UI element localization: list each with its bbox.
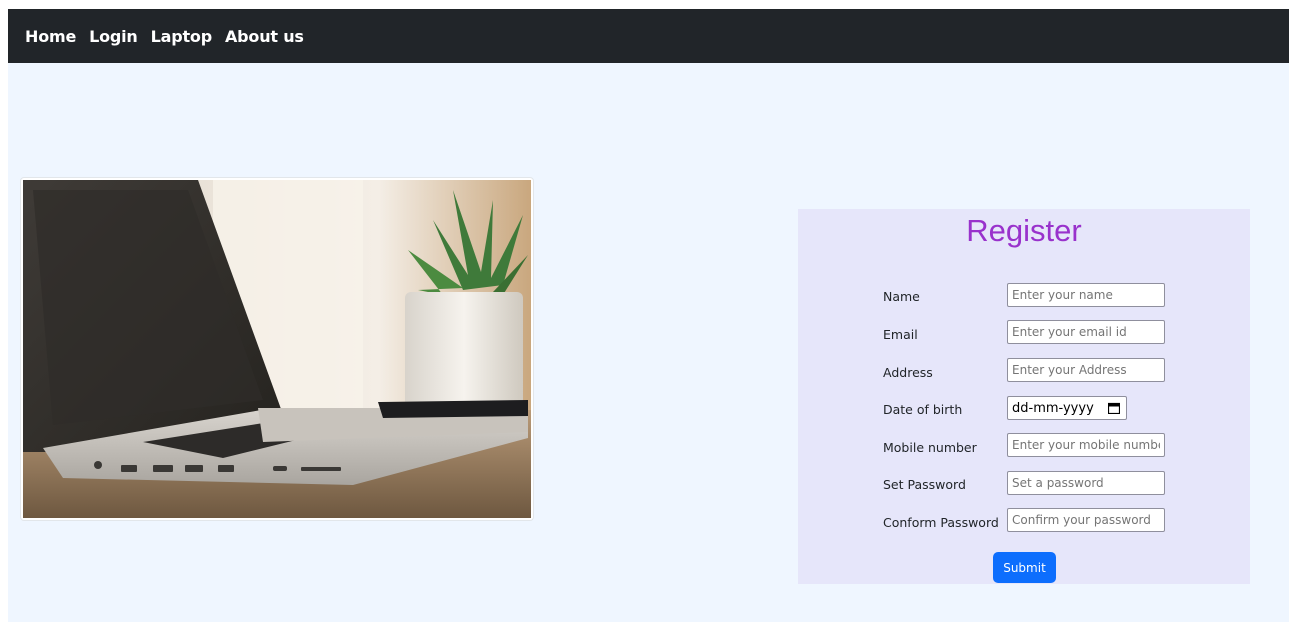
laptop-photo-illustration (23, 180, 531, 518)
nav-login-link[interactable]: Login (89, 27, 138, 46)
date-of-birth-input[interactable]: dd-mm-yyyy (1007, 396, 1127, 420)
email-label: Email (883, 327, 918, 342)
name-input[interactable] (1007, 283, 1165, 307)
address-label: Address (883, 365, 933, 380)
nav-about-us-link[interactable]: About us (225, 27, 304, 46)
register-title: Register (966, 213, 1082, 248)
mobile-number-input[interactable] (1007, 433, 1165, 457)
submit-button[interactable]: Submit (993, 552, 1056, 583)
set-password-input[interactable] (1007, 471, 1165, 495)
name-label: Name (883, 289, 920, 304)
navbar: Home Login Laptop About us (8, 9, 1289, 63)
confirm-password-input[interactable] (1007, 508, 1165, 532)
email-input[interactable] (1007, 320, 1165, 344)
mobile-number-label: Mobile number (883, 440, 977, 455)
set-password-label: Set Password (883, 477, 966, 492)
nav-laptop-link[interactable]: Laptop (151, 27, 213, 46)
confirm-password-label: Conform Password (883, 515, 999, 530)
address-input[interactable] (1007, 358, 1165, 382)
register-form: Register Name Email Address Date of birt… (798, 209, 1250, 584)
laptop-photo (20, 177, 534, 521)
nav-home-link[interactable]: Home (25, 27, 76, 46)
calendar-icon[interactable] (1108, 402, 1120, 414)
date-of-birth-label: Date of birth (883, 402, 963, 417)
page: Home Login Laptop About us Register Name… (8, 9, 1289, 622)
date-of-birth-placeholder: dd-mm-yyyy (1012, 400, 1094, 416)
